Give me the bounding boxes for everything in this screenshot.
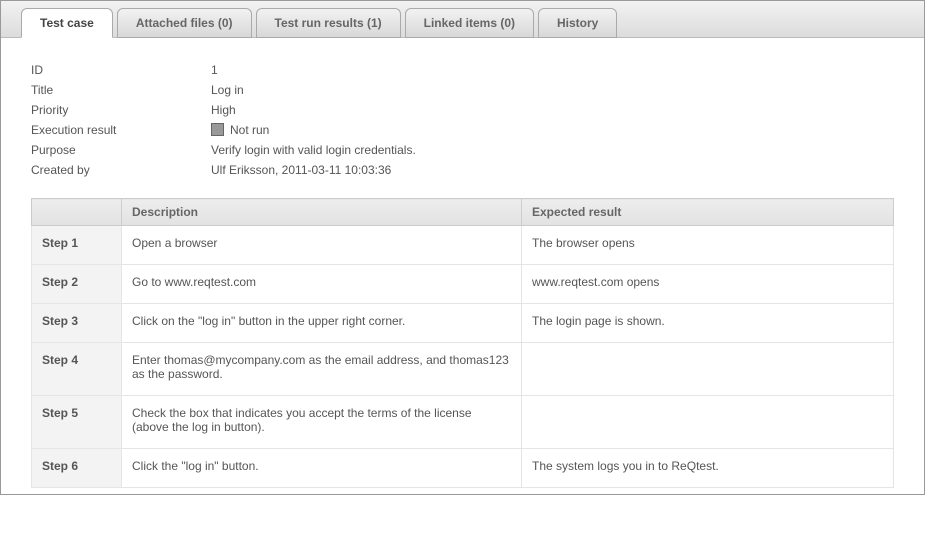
tab-panel-body: ID 1 Title Log in Priority High Executio… [1,38,924,494]
step-name: Step 4 [32,343,122,396]
tab-strip: Test case Attached files (0) Test run re… [1,1,924,38]
step-expected [522,396,894,449]
table-row: Step 2Go to www.reqtest.comwww.reqtest.c… [32,265,894,304]
meta-value-created-by: Ulf Eriksson, 2011-03-11 10:03:36 [211,163,391,177]
meta-value-execution-result: Not run [211,123,269,137]
step-expected: The system logs you in to ReQtest. [522,449,894,488]
meta-label-title: Title [31,83,211,97]
table-row: Step 4Enter thomas@mycompany.com as the … [32,343,894,396]
table-row: Step 6Click the "log in" button.The syst… [32,449,894,488]
tab-test-case[interactable]: Test case [21,8,113,38]
tab-attached-files[interactable]: Attached files (0) [117,8,252,38]
step-description: Open a browser [122,226,522,265]
tab-linked-items[interactable]: Linked items (0) [405,8,534,38]
col-header-step [32,199,122,226]
step-expected: The login page is shown. [522,304,894,343]
meta-label-priority: Priority [31,103,211,117]
meta-value-title: Log in [211,83,244,97]
step-expected [522,343,894,396]
tab-history[interactable]: History [538,8,617,38]
meta-row-created-by: Created by Ulf Eriksson, 2011-03-11 10:0… [31,160,894,180]
meta-label-id: ID [31,63,211,77]
table-row: Step 1Open a browserThe browser opens [32,226,894,265]
metadata-block: ID 1 Title Log in Priority High Executio… [31,60,894,180]
step-name: Step 5 [32,396,122,449]
meta-value-priority: High [211,103,236,117]
meta-value-purpose: Verify login with valid login credential… [211,143,416,157]
meta-value-id: 1 [211,63,218,77]
meta-label-created-by: Created by [31,163,211,177]
steps-table: Description Expected result Step 1Open a… [31,198,894,488]
test-case-panel: Test case Attached files (0) Test run re… [0,0,925,495]
tab-test-run-results[interactable]: Test run results (1) [256,8,401,38]
meta-row-title: Title Log in [31,80,894,100]
table-row: Step 3Click on the "log in" button in th… [32,304,894,343]
execution-result-text: Not run [230,123,269,137]
col-header-expected: Expected result [522,199,894,226]
step-description: Enter thomas@mycompany.com as the email … [122,343,522,396]
steps-header-row: Description Expected result [32,199,894,226]
table-row: Step 5Check the box that indicates you a… [32,396,894,449]
meta-row-priority: Priority High [31,100,894,120]
step-name: Step 1 [32,226,122,265]
step-description: Go to www.reqtest.com [122,265,522,304]
step-description: Click on the "log in" button in the uppe… [122,304,522,343]
step-expected: The browser opens [522,226,894,265]
step-description: Click the "log in" button. [122,449,522,488]
step-name: Step 6 [32,449,122,488]
col-header-description: Description [122,199,522,226]
meta-row-id: ID 1 [31,60,894,80]
meta-label-execution-result: Execution result [31,123,211,137]
meta-label-purpose: Purpose [31,143,211,157]
step-name: Step 3 [32,304,122,343]
status-not-run-icon [211,123,224,136]
step-description: Check the box that indicates you accept … [122,396,522,449]
meta-row-execution-result: Execution result Not run [31,120,894,140]
meta-row-purpose: Purpose Verify login with valid login cr… [31,140,894,160]
step-expected: www.reqtest.com opens [522,265,894,304]
step-name: Step 2 [32,265,122,304]
